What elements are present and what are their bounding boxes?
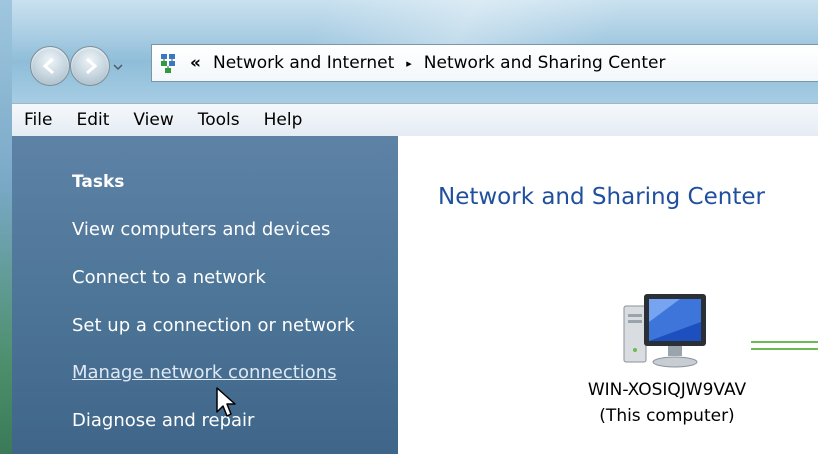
- navigation-bar: « Network and Internet ▸ Network and Sha…: [12, 0, 818, 103]
- menu-file[interactable]: File: [12, 110, 64, 130]
- page-title: Network and Sharing Center: [438, 184, 765, 210]
- computer-icon[interactable]: [620, 292, 710, 370]
- menu-help[interactable]: Help: [252, 110, 315, 130]
- network-folder-icon: [161, 54, 175, 73]
- back-arrow-icon: [42, 57, 54, 75]
- menu-view[interactable]: View: [121, 110, 185, 130]
- menu-edit[interactable]: Edit: [64, 110, 121, 130]
- task-manage-network-connections[interactable]: Manage network connections: [72, 362, 337, 383]
- breadcrumb-separator[interactable]: ▸: [406, 57, 412, 70]
- computer-name[interactable]: WIN-XOSIQJW9VAV: [574, 380, 760, 400]
- task-connect-to-a-network[interactable]: Connect to a network: [72, 267, 266, 288]
- menu-tools[interactable]: Tools: [186, 110, 252, 130]
- address-overflow-chevron[interactable]: «: [190, 53, 201, 73]
- explorer-window: « Network and Internet ▸ Network and Sha…: [12, 0, 818, 454]
- back-button[interactable]: [30, 46, 70, 86]
- computer-label: (This computer): [599, 406, 735, 426]
- task-set-up-connection[interactable]: Set up a connection or network: [72, 315, 355, 336]
- recent-pages-dropdown[interactable]: [111, 60, 125, 74]
- task-view-computers-and-devices[interactable]: View computers and devices: [72, 219, 330, 240]
- forward-arrow-icon: [86, 57, 98, 75]
- tasks-heading: Tasks: [72, 172, 125, 192]
- mouse-cursor-icon: [216, 387, 236, 417]
- network-connection-line: [751, 341, 818, 350]
- main-content: Network and Sharing Center WIN-XOSIQJW9V…: [398, 136, 818, 454]
- task-pane: Tasks View computers and devices Connect…: [12, 136, 398, 454]
- address-bar[interactable]: « Network and Internet ▸ Network and Sha…: [151, 44, 818, 82]
- menu-bar: File Edit View Tools Help: [12, 103, 818, 137]
- chevron-down-icon: [113, 64, 123, 71]
- desktop-background: [0, 0, 12, 454]
- forward-button[interactable]: [70, 46, 110, 86]
- breadcrumb-network-and-internet[interactable]: Network and Internet: [213, 53, 394, 73]
- breadcrumb-network-and-sharing-center[interactable]: Network and Sharing Center: [424, 53, 666, 73]
